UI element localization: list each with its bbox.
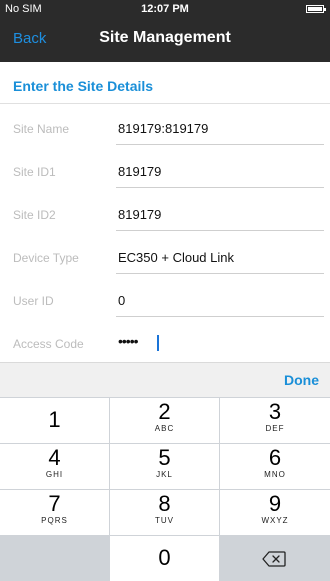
key-0[interactable]: 0 xyxy=(110,536,219,581)
device-type-field[interactable]: EC350 + Cloud Link xyxy=(118,250,234,265)
key-9[interactable]: 9 WXYZ xyxy=(220,490,330,535)
key-blank xyxy=(0,536,109,581)
backspace-icon xyxy=(262,551,286,567)
site-id2-field[interactable]: 819179 xyxy=(118,207,161,222)
numeric-keypad: 1 2 ABC 3 DEF 4 GHI 5 JKL 6 MNO 7 PQRS 8… xyxy=(0,397,330,581)
field-underline xyxy=(116,187,324,188)
field-underline xyxy=(116,144,324,145)
key-letters: DEF xyxy=(265,424,285,433)
key-digit: 9 xyxy=(268,491,282,516)
key-letters: MNO xyxy=(264,470,286,479)
site-id1-label: Site ID1 xyxy=(13,165,56,179)
site-name-label: Site Name xyxy=(13,122,70,136)
device-type-row: Device Type EC350 + Cloud Link xyxy=(0,237,330,281)
field-underline xyxy=(116,230,324,231)
keyboard-accessory-bar: Done xyxy=(0,362,330,398)
divider xyxy=(0,103,330,104)
key-digit: 5 xyxy=(158,445,171,470)
key-8[interactable]: 8 TUV xyxy=(110,490,219,535)
field-underline xyxy=(116,273,324,274)
access-code-field[interactable]: ••••• xyxy=(118,333,138,349)
key-2[interactable]: 2 ABC xyxy=(110,398,219,443)
key-digit: 7 xyxy=(48,491,61,516)
access-code-label: Access Code xyxy=(13,337,84,351)
site-id1-field[interactable]: 819179 xyxy=(118,164,161,179)
key-digit: 6 xyxy=(268,445,282,470)
key-digit: 2 xyxy=(158,399,171,424)
key-letters: ABC xyxy=(154,424,175,433)
key-digit: 0 xyxy=(158,545,171,570)
key-digit: 4 xyxy=(48,445,61,470)
text-cursor xyxy=(157,335,159,351)
user-id-label: User ID xyxy=(13,294,54,308)
access-code-row: Access Code ••••• xyxy=(0,323,330,367)
key-4[interactable]: 4 GHI xyxy=(0,444,109,489)
navigation-bar: Back Site Management xyxy=(0,18,330,62)
site-name-field[interactable]: 819179:819179 xyxy=(118,121,208,136)
user-id-field[interactable]: 0 xyxy=(118,293,125,308)
status-bar: No SIM 12:07 PM xyxy=(0,0,330,18)
site-id2-label: Site ID2 xyxy=(13,208,56,222)
site-id1-row: Site ID1 819179 xyxy=(0,151,330,195)
site-id2-row: Site ID2 819179 xyxy=(0,194,330,238)
key-letters: GHI xyxy=(45,470,64,479)
key-letters: WXYZ xyxy=(261,516,289,525)
key-letters: TUV xyxy=(155,516,174,525)
delete-key[interactable] xyxy=(220,536,330,581)
key-digit: 3 xyxy=(268,399,282,424)
site-name-row: Site Name 819179:819179 xyxy=(0,108,330,152)
done-button[interactable]: Done xyxy=(284,372,319,388)
field-underline xyxy=(116,316,324,317)
key-5[interactable]: 5 JKL xyxy=(110,444,219,489)
battery-icon xyxy=(306,5,326,13)
user-id-row: User ID 0 xyxy=(0,280,330,324)
key-digit: 8 xyxy=(158,491,171,516)
status-time: 12:07 PM xyxy=(141,3,189,15)
key-letters: PQRS xyxy=(41,516,68,525)
key-1[interactable]: 1 xyxy=(0,398,109,443)
page-title: Site Management xyxy=(99,29,231,46)
key-6[interactable]: 6 MNO xyxy=(220,444,330,489)
section-title: Enter the Site Details xyxy=(13,78,154,94)
key-7[interactable]: 7 PQRS xyxy=(0,490,109,535)
key-digit: 1 xyxy=(48,407,61,432)
device-type-label: Device Type xyxy=(13,251,79,265)
key-3[interactable]: 3 DEF xyxy=(220,398,330,443)
key-letters: JKL xyxy=(156,470,173,479)
